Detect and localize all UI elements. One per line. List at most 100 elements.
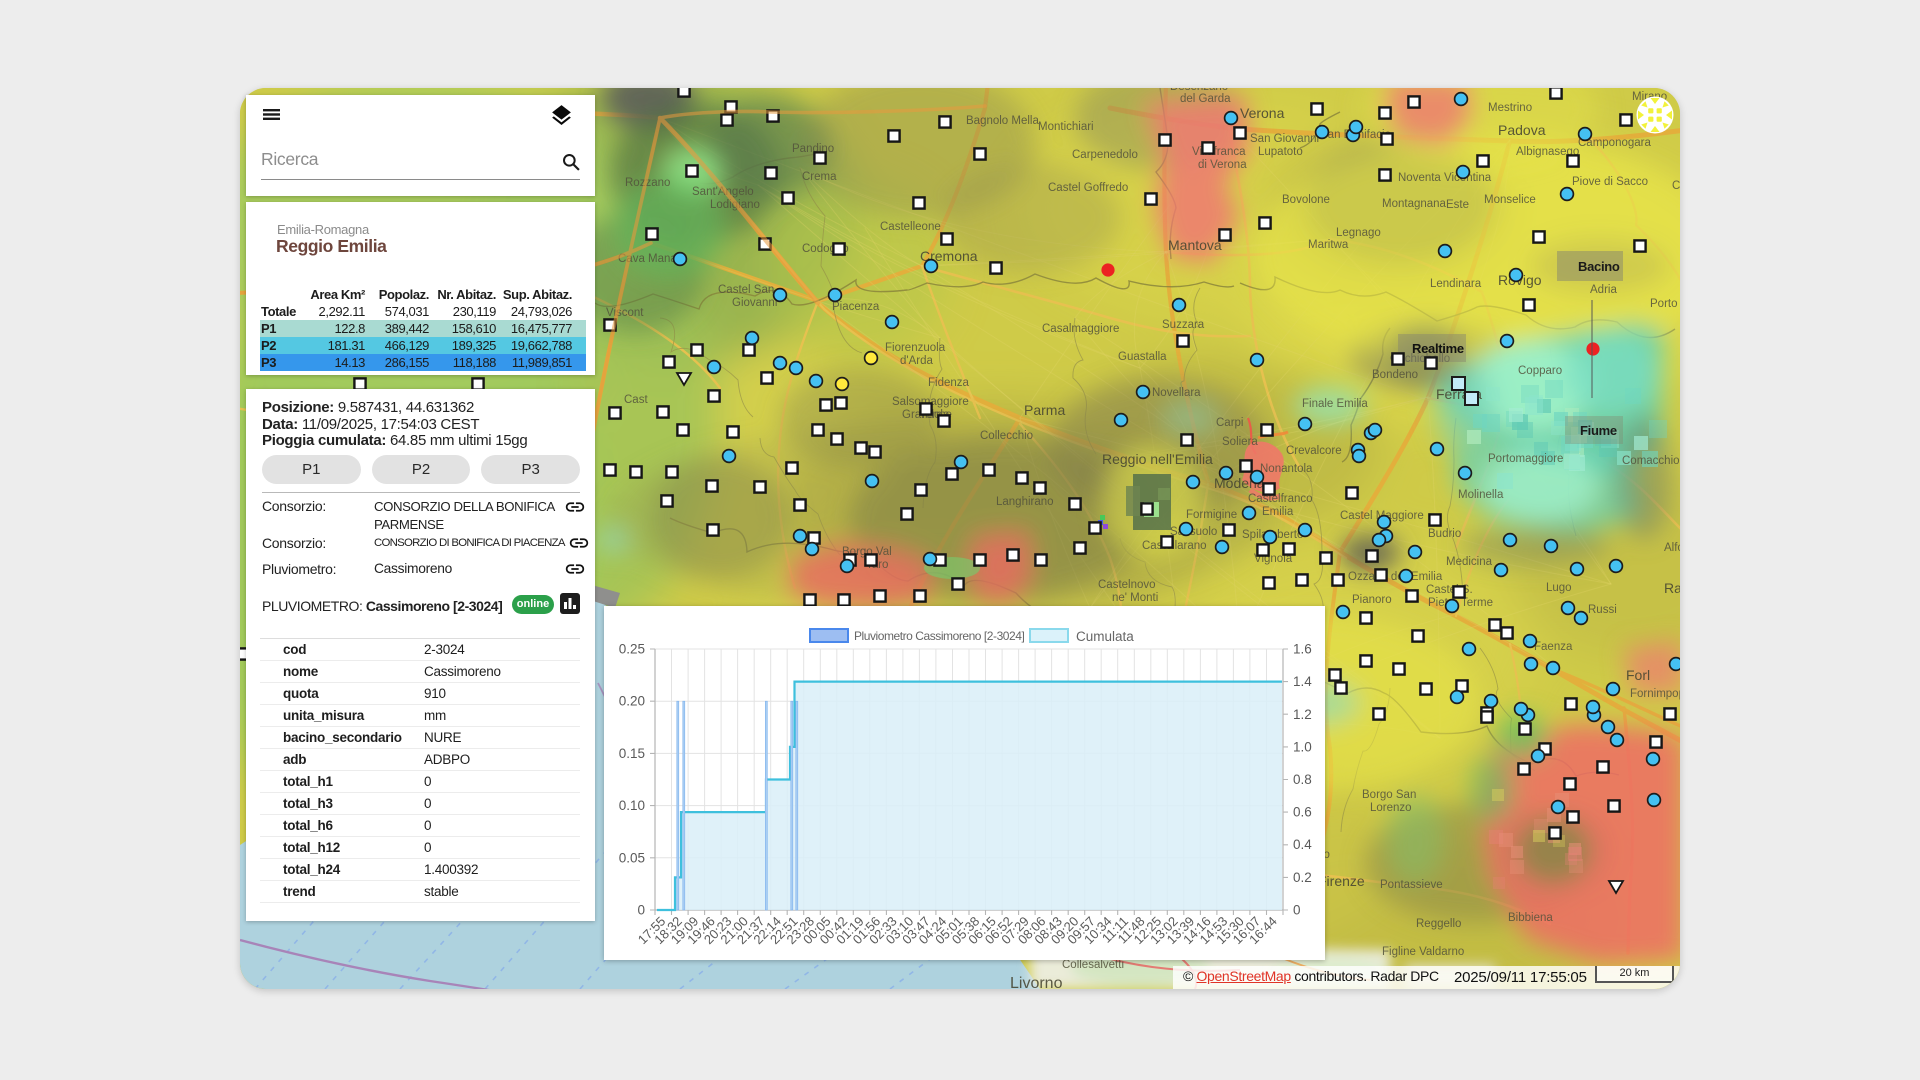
svg-text:0.05: 0.05 [619, 850, 645, 865]
svg-text:Montagnana: Montagnana [1382, 198, 1447, 210]
svg-text:Porto Vir: Porto Vir [1650, 298, 1680, 310]
svg-text:del Garda: del Garda [1180, 93, 1231, 105]
svg-text:Ravenna: Ravenna [1664, 580, 1680, 596]
svg-text:Reggio: Reggio [1654, 88, 1680, 91]
svg-text:0.25: 0.25 [619, 642, 645, 657]
svg-text:Realtime: Realtime [1412, 341, 1464, 356]
svg-text:Adria: Adria [1590, 284, 1617, 296]
svg-text:Cumulata: Cumulata [1076, 629, 1134, 644]
svg-text:Castelleone: Castelleone [880, 221, 941, 233]
svg-text:0.4: 0.4 [1293, 837, 1312, 852]
svg-text:Formigine: Formigine [1186, 509, 1237, 521]
svg-text:Pandino: Pandino [792, 143, 834, 155]
svg-text:0.8: 0.8 [1293, 772, 1312, 787]
svg-text:Este: Este [1446, 199, 1469, 211]
svg-text:Fornimpopoli: Fornimpopoli [1630, 688, 1680, 700]
svg-text:1.6: 1.6 [1293, 642, 1312, 657]
svg-text:0.15: 0.15 [619, 746, 645, 761]
svg-text:San Giovanni: San Giovanni [1250, 133, 1319, 145]
svg-text:Fidenza: Fidenza [928, 377, 970, 389]
svg-text:Villafranca: Villafranca [1192, 146, 1246, 158]
svg-text:Mestrino: Mestrino [1488, 102, 1532, 114]
svg-text:Lendinara: Lendinara [1430, 278, 1482, 290]
svg-text:Novellara: Novellara [1152, 387, 1201, 399]
svg-text:Nonantola: Nonantola [1260, 463, 1313, 475]
svg-text:Borgo San: Borgo San [1362, 789, 1416, 801]
svg-text:Faenza: Faenza [1534, 641, 1573, 653]
svg-text:Viscont: Viscont [606, 307, 644, 319]
svg-text:Comacchio: Comacchio [1622, 455, 1680, 467]
svg-text:di Verona: di Verona [1198, 159, 1247, 171]
svg-text:Pianoro: Pianoro [1352, 594, 1392, 606]
svg-text:Copparo: Copparo [1518, 365, 1562, 377]
svg-text:d'Arda: d'Arda [900, 355, 933, 367]
svg-text:Crevalcore: Crevalcore [1286, 445, 1342, 457]
svg-text:Livorno: Livorno [1010, 975, 1063, 989]
svg-text:Lorenzo: Lorenzo [1370, 802, 1412, 814]
svg-text:Castel San: Castel San [718, 284, 774, 296]
svg-text:Forl: Forl [1626, 667, 1650, 683]
svg-text:Carpenedolo: Carpenedolo [1072, 149, 1138, 161]
svg-text:Bovolone: Bovolone [1282, 194, 1330, 206]
svg-text:1.0: 1.0 [1293, 739, 1312, 754]
svg-text:Crema: Crema [802, 171, 837, 183]
svg-text:Bibbiena: Bibbiena [1508, 912, 1553, 924]
svg-text:Carpi: Carpi [1216, 417, 1243, 429]
svg-text:Parma: Parma [1024, 402, 1065, 418]
svg-text:Fiorenzuola: Fiorenzuola [885, 342, 946, 354]
svg-text:Monselice: Monselice [1484, 194, 1536, 206]
svg-text:Maritwa: Maritwa [1308, 239, 1349, 251]
svg-text:Medicina: Medicina [1446, 556, 1493, 568]
svg-text:Budrio: Budrio [1428, 528, 1461, 540]
svg-text:Soliera: Soliera [1222, 436, 1258, 448]
svg-text:Finale Emilia: Finale Emilia [1302, 398, 1368, 410]
svg-text:0.6: 0.6 [1293, 805, 1312, 820]
svg-text:Collesalvetti: Collesalvetti [1062, 959, 1124, 971]
svg-text:Legnago: Legnago [1336, 227, 1381, 239]
svg-text:0.2: 0.2 [1293, 870, 1312, 885]
svg-text:0: 0 [1293, 903, 1301, 918]
svg-text:Giovanni: Giovanni [732, 297, 777, 309]
svg-text:Guastalla: Guastalla [1118, 351, 1167, 363]
svg-text:Noventa Vicentina: Noventa Vicentina [1398, 172, 1492, 184]
svg-text:Molinella: Molinella [1458, 489, 1504, 501]
svg-text:Montichiari: Montichiari [1038, 121, 1094, 133]
svg-text:Castenedolo: Castenedolo [1030, 88, 1095, 91]
svg-text:Alfonsine: Alfonsine [1664, 542, 1680, 554]
svg-text:Lupatoto: Lupatoto [1258, 146, 1303, 158]
svg-text:Reggio nell'Emilia: Reggio nell'Emilia [1102, 451, 1213, 467]
svg-text:Chio: Chio [1672, 180, 1680, 192]
svg-text:Bondeno: Bondeno [1372, 369, 1418, 381]
svg-text:0.10: 0.10 [619, 798, 645, 813]
svg-text:Pluviometro Cassimoreno [2-302: Pluviometro Cassimoreno [2-3024] [854, 629, 1024, 643]
svg-text:Mantova: Mantova [1168, 237, 1222, 253]
svg-text:Sassuolo: Sassuolo [1170, 526, 1217, 538]
svg-text:Castel Goffredo: Castel Goffredo [1048, 182, 1128, 194]
svg-text:Piove di Sacco: Piove di Sacco [1572, 176, 1648, 188]
svg-text:Ozzano dell'Emilia: Ozzano dell'Emilia [1348, 571, 1443, 583]
svg-text:Figline Valdarno: Figline Valdarno [1382, 946, 1464, 958]
svg-text:Fiume: Fiume [1580, 423, 1617, 438]
svg-text:Suzzara: Suzzara [1162, 319, 1205, 331]
svg-text:Cast: Cast [624, 394, 648, 406]
svg-text:Emilia: Emilia [1262, 506, 1294, 518]
svg-text:Lugo: Lugo [1546, 582, 1572, 594]
svg-text:Padova: Padova [1498, 122, 1546, 138]
svg-text:Portomaggiore: Portomaggiore [1488, 453, 1563, 465]
svg-text:Bacino: Bacino [1578, 259, 1620, 274]
svg-text:Casalmaggiore: Casalmaggiore [1042, 323, 1119, 335]
svg-text:Firenze: Firenze [1318, 873, 1365, 889]
svg-text:1.4: 1.4 [1293, 674, 1312, 689]
svg-text:ne' Monti: ne' Monti [1112, 592, 1158, 604]
svg-text:Collecchio: Collecchio [980, 430, 1033, 442]
svg-text:Castelfranco: Castelfranco [1248, 493, 1313, 505]
svg-text:Langhirano: Langhirano [996, 496, 1054, 508]
svg-text:Castellarano: Castellarano [1142, 540, 1207, 552]
svg-text:Piacenza: Piacenza [832, 301, 880, 313]
svg-text:Verona: Verona [1240, 105, 1285, 121]
svg-text:0.20: 0.20 [619, 694, 645, 709]
svg-text:Castelnovo: Castelnovo [1098, 579, 1156, 591]
svg-text:Bagnolo Mella: Bagnolo Mella [966, 115, 1039, 127]
svg-text:0: 0 [637, 903, 645, 918]
svg-text:Russi: Russi [1588, 604, 1617, 616]
